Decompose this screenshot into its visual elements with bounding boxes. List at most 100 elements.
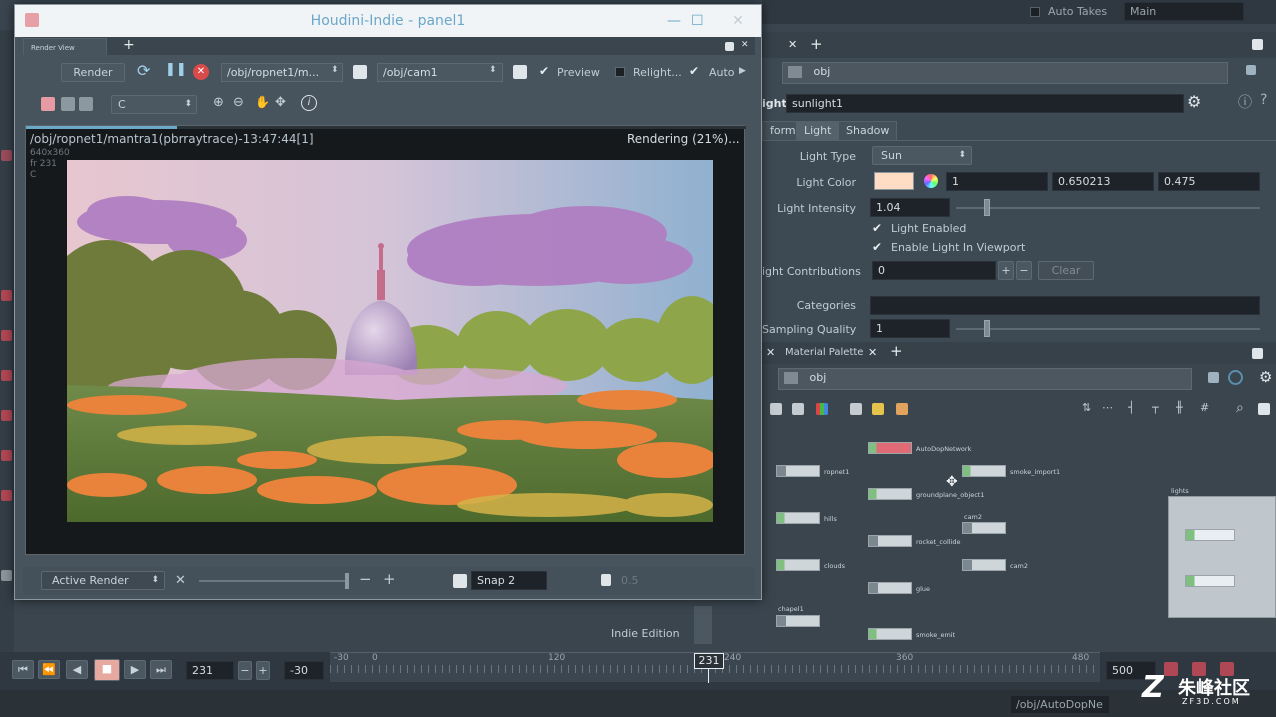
light-contributions-field[interactable]: 0 [872, 261, 996, 280]
snap-icon[interactable]: ╫ [1176, 401, 1183, 414]
shelf-tool-icon[interactable] [1, 370, 12, 381]
maximize-pane-icon[interactable] [1252, 39, 1263, 50]
jump-start-button[interactable]: ⏮ [12, 660, 34, 679]
add-render-tab-icon[interactable]: + [123, 37, 135, 53]
relight-checkbox[interactable] [615, 67, 625, 77]
align-vertical-icon[interactable]: ┤ [1128, 401, 1135, 414]
tab-material-palette[interactable]: Material Palette [778, 344, 871, 364]
refresh-icon[interactable]: ⟳ [137, 61, 150, 80]
camera-path-field[interactable]: /obj/cam1 [377, 63, 503, 82]
history-minus-button[interactable]: − [359, 570, 372, 588]
help-icon[interactable]: ⓘ [1238, 92, 1252, 112]
tab-shadow[interactable]: Shadow [838, 121, 898, 140]
light-type-menu[interactable]: Sun ⬍ [872, 146, 972, 165]
param-tab-close-icon[interactable]: ✕ [788, 38, 797, 51]
tab-render-view[interactable]: Render View [23, 38, 107, 55]
color-wheel-icon[interactable] [924, 174, 938, 188]
playhead-marker[interactable]: 231 [694, 653, 724, 669]
light-node[interactable] [1185, 529, 1235, 541]
pin-icon[interactable] [1246, 65, 1256, 75]
snapshot-icon[interactable] [513, 65, 527, 79]
node-clouds[interactable] [776, 559, 820, 571]
snapshot-camera-icon[interactable] [453, 574, 467, 588]
window-titlebar[interactable]: Houdini-Indie - panel1 — ☐ ✕ [15, 5, 761, 37]
shelf-tool-icon[interactable] [1, 330, 12, 341]
shelf-tool-icon[interactable] [1, 150, 12, 161]
param-path-bar[interactable]: obj [782, 62, 1228, 84]
maximize-button[interactable]: ☐ [691, 5, 704, 37]
timeline-ruler[interactable]: -30 0 120 240 360 480 231 [330, 652, 1100, 683]
light-color-g-field[interactable]: 0.650213 [1052, 172, 1154, 191]
light-intensity-slider-handle[interactable] [984, 199, 990, 216]
network-pin-icon[interactable] [1208, 372, 1219, 383]
node-name-field[interactable]: sunlight1 [786, 94, 1184, 113]
play-button[interactable]: ▶ [124, 660, 146, 679]
shelf-tool-icon[interactable] [1, 490, 12, 501]
node-cam2-top[interactable] [962, 522, 1006, 534]
grid-icon[interactable]: # [1200, 401, 1209, 414]
enable-in-viewport-check-icon[interactable]: ✔ [872, 240, 882, 254]
render-view-window[interactable]: Houdini-Indie - panel1 — ☐ ✕ Render View… [14, 4, 762, 600]
list-mode-icon[interactable] [770, 403, 782, 415]
light-color-b-field[interactable]: 0.475 [1158, 172, 1260, 191]
light-color-swatch[interactable] [874, 172, 914, 190]
stop-render-icon[interactable]: ✕ [193, 64, 209, 80]
history-slider-handle[interactable] [345, 573, 349, 589]
sampling-quality-field[interactable]: 1 [870, 319, 950, 338]
layout-icon[interactable]: ⇅ [1082, 401, 1091, 414]
shelf-tool-icon[interactable] [1, 450, 12, 461]
render-pane-close-icon[interactable]: ✕ [741, 40, 749, 50]
camera-path-arrow-icon[interactable]: ⬍ [489, 65, 497, 75]
compare-icon[interactable] [79, 97, 93, 111]
light-intensity-slider-track[interactable] [956, 207, 1260, 209]
active-render-menu[interactable]: Active Render ⬍ [41, 571, 165, 590]
material-palette-close-icon[interactable]: ✕ [868, 346, 877, 359]
pan-hand-icon[interactable]: ✋ [255, 95, 270, 109]
align-icon[interactable]: ⋯ [1102, 401, 1113, 414]
clear-button[interactable]: Clear [1038, 261, 1094, 280]
frame-decrement-button[interactable]: − [238, 661, 252, 680]
info-circle-icon[interactable]: i [301, 95, 317, 111]
node-cam2[interactable] [962, 559, 1006, 571]
info-icon[interactable]: ? [1260, 92, 1267, 108]
start-frame-field[interactable]: -30 [284, 661, 324, 680]
shelf-tool-icon[interactable] [1, 410, 12, 421]
sampling-quality-slider-track[interactable] [956, 328, 1260, 330]
render-viewport[interactable]: /obj/ropnet1/mantra1(pbrraytrace)-13:47:… [25, 125, 746, 555]
history-plus-button[interactable]: + [383, 570, 396, 588]
tab-light[interactable]: Light [796, 121, 840, 140]
add-tab-icon[interactable]: + [810, 35, 823, 53]
toolbar-more-arrow-icon[interactable]: ▶ [739, 66, 746, 76]
light-enabled-check-icon[interactable]: ✔ [872, 221, 882, 235]
clear-renders-icon[interactable]: ✕ [175, 573, 186, 588]
node-glue[interactable] [868, 582, 912, 594]
node-ropnet1[interactable] [776, 465, 820, 477]
render-pane-maximize-icon[interactable] [725, 42, 734, 51]
tree-mode-icon[interactable] [792, 403, 804, 415]
categories-field[interactable] [870, 296, 1260, 315]
image-icon[interactable] [850, 403, 862, 415]
color-palette-icon[interactable] [816, 403, 828, 415]
network-path-bar[interactable]: obj [778, 368, 1192, 390]
auto-check-icon[interactable]: ✔ [689, 64, 699, 78]
sticky-note-icon[interactable] [872, 403, 884, 415]
light-color-r-field[interactable]: 1 [946, 172, 1048, 191]
light-node[interactable] [1185, 575, 1235, 587]
zoom-out-icon[interactable]: ⊖ [233, 95, 244, 110]
snap-options-icon[interactable] [601, 574, 611, 586]
align-horizontal-icon[interactable]: ┬ [1152, 401, 1159, 414]
node-smoke-emit[interactable] [868, 628, 912, 640]
zoom-in-icon[interactable]: ⊕ [213, 95, 224, 110]
node-chapel1[interactable] [776, 615, 820, 627]
stop-button[interactable]: ■ [94, 659, 120, 681]
region-icon[interactable] [61, 97, 75, 111]
node-hills[interactable] [776, 512, 820, 524]
gear-icon[interactable]: ⚙ [1187, 92, 1201, 111]
search-icon[interactable]: ⌕ [1236, 400, 1244, 416]
play-reverse-button[interactable]: ◀ [66, 660, 88, 679]
shelf-tool-icon[interactable] [1, 290, 12, 301]
maximize-network-icon[interactable] [1252, 348, 1263, 359]
remove-contribution-button[interactable]: − [1016, 261, 1032, 280]
lights-network-box[interactable]: lights [1168, 487, 1276, 618]
node-groundplane-object1[interactable] [868, 488, 912, 500]
